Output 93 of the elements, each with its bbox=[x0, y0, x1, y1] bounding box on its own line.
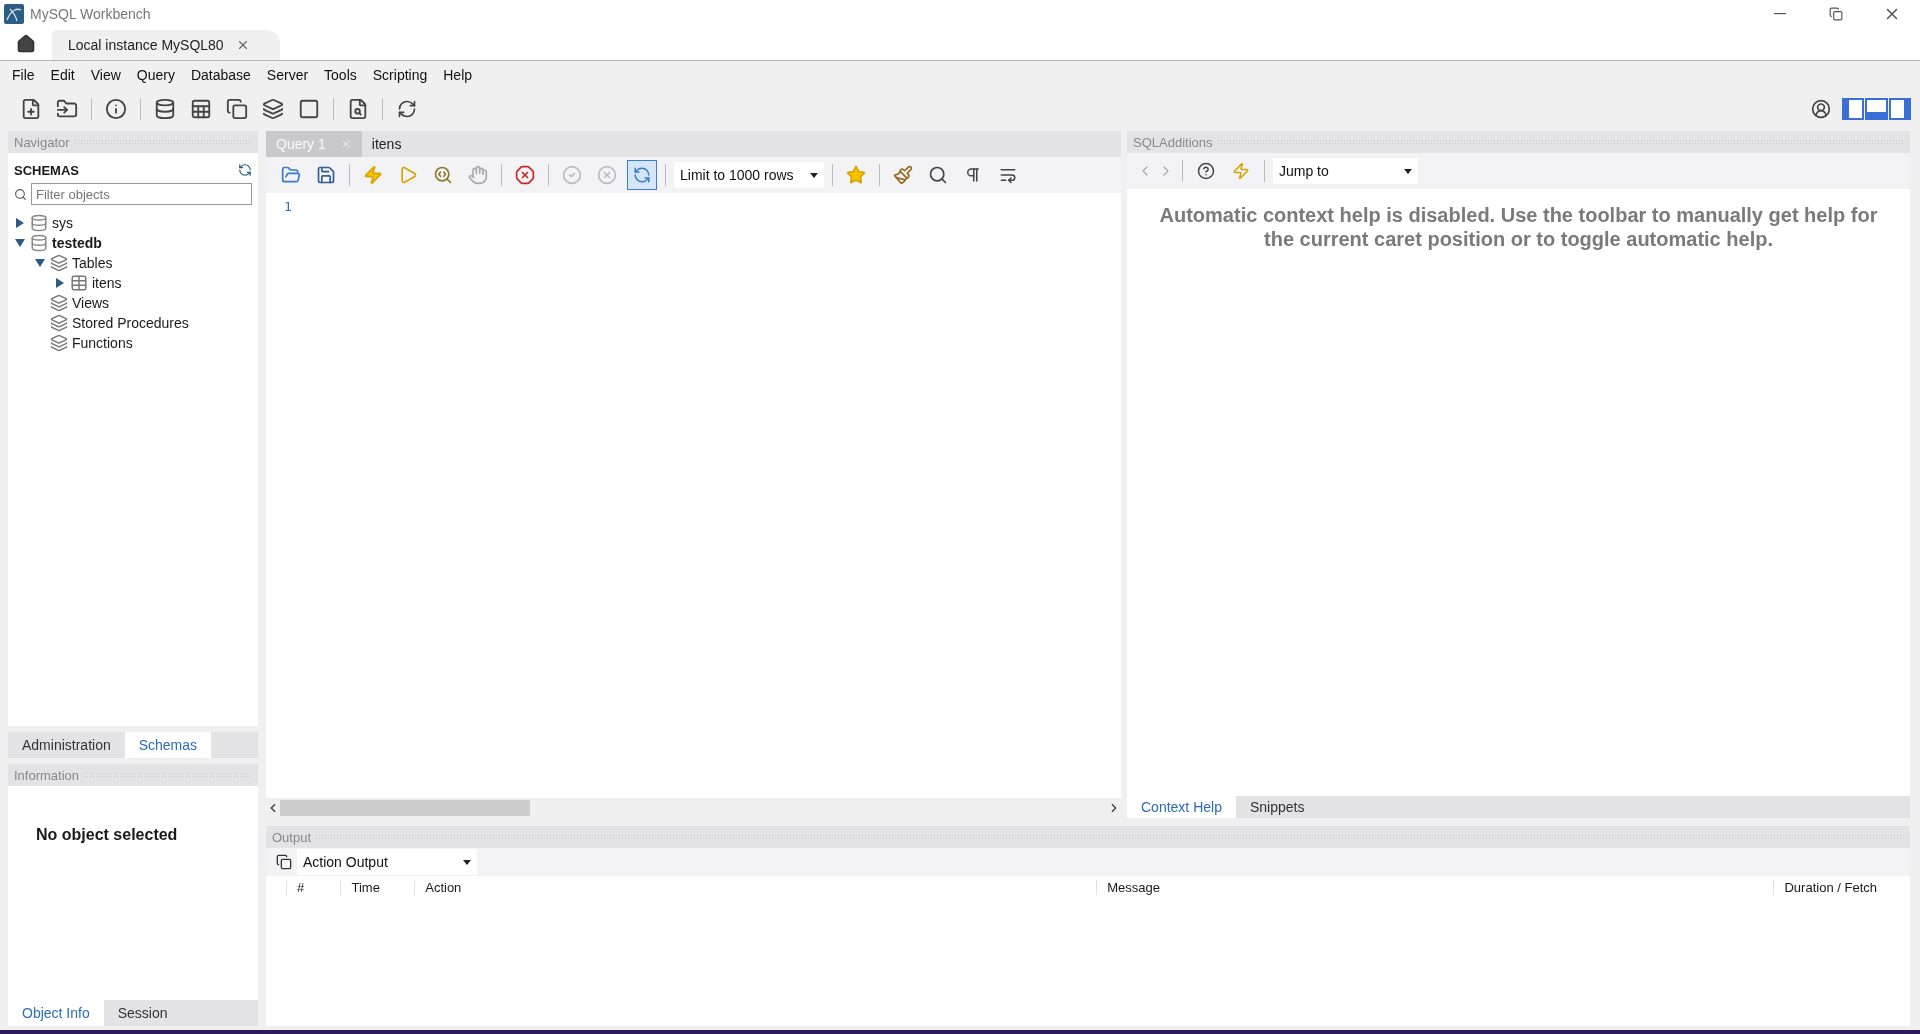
limit-dropdown[interactable]: Limit to 1000 rows bbox=[674, 162, 824, 188]
column-header[interactable]: Duration / Fetch bbox=[1773, 879, 1910, 895]
brush-icon bbox=[893, 165, 913, 185]
tree-item[interactable]: Stored Procedures bbox=[72, 315, 189, 331]
menu-item[interactable]: Edit bbox=[42, 65, 83, 85]
layers-icon bbox=[262, 98, 284, 120]
app-logo-icon bbox=[4, 4, 24, 24]
panel-title: SQLAdditions bbox=[1133, 134, 1213, 150]
search-icon bbox=[14, 187, 27, 201]
home-icon bbox=[16, 34, 36, 54]
panel-tab[interactable]: Object Info bbox=[8, 1000, 104, 1026]
panel-title: Information bbox=[14, 767, 80, 783]
jump-to-dropdown[interactable]: Jump to bbox=[1273, 158, 1418, 184]
user-circle-icon bbox=[1811, 99, 1831, 119]
panel-tab[interactable]: Administration bbox=[8, 732, 125, 758]
file-search-icon bbox=[347, 98, 369, 120]
table-icon bbox=[190, 98, 212, 120]
search-icon bbox=[928, 165, 948, 185]
hand-icon bbox=[468, 165, 488, 185]
tree-item[interactable]: Functions bbox=[72, 335, 133, 351]
file-plus-icon bbox=[20, 98, 42, 120]
database-icon bbox=[30, 214, 48, 232]
expand-arrow[interactable] bbox=[14, 237, 26, 249]
panel-tab[interactable]: Session bbox=[103, 1000, 182, 1026]
editor-tab[interactable]: itens bbox=[361, 131, 412, 157]
layout-toggle-icon[interactable] bbox=[1842, 98, 1912, 120]
tree-item[interactable]: testedb bbox=[52, 235, 102, 251]
caret-icon bbox=[463, 859, 471, 865]
copy-icon[interactable] bbox=[276, 854, 292, 870]
folder-arrow-icon bbox=[56, 98, 78, 120]
column-header[interactable]: # bbox=[286, 879, 341, 895]
panel-tab[interactable]: Snippets bbox=[1235, 796, 1319, 818]
menu-item[interactable]: Server bbox=[258, 65, 317, 85]
panel-tab[interactable]: Context Help bbox=[1127, 796, 1236, 818]
expand-arrow[interactable] bbox=[14, 217, 26, 229]
folder-icon bbox=[281, 165, 301, 185]
folder-stack-icon bbox=[50, 334, 68, 352]
caret-icon bbox=[1404, 168, 1412, 174]
panel-tab[interactable]: Schemas bbox=[124, 732, 212, 758]
expand-arrow[interactable] bbox=[54, 277, 66, 289]
tree-item[interactable]: Views bbox=[72, 295, 110, 311]
x-circle-icon bbox=[597, 165, 617, 185]
menu-item[interactable]: Database bbox=[182, 65, 259, 85]
scrollbar-thumb[interactable] bbox=[280, 800, 530, 816]
menu-item[interactable]: Help bbox=[435, 65, 481, 85]
folder-stack-icon bbox=[50, 314, 68, 332]
copy-icon bbox=[226, 98, 248, 120]
menu-item[interactable]: Tools bbox=[316, 65, 365, 85]
autocommit-button[interactable] bbox=[627, 160, 657, 190]
panel-title: Navigator bbox=[14, 134, 70, 150]
refresh-icon bbox=[397, 99, 417, 119]
database-icon bbox=[30, 234, 48, 252]
x-octagon-icon bbox=[515, 165, 535, 185]
tree-item[interactable]: sys bbox=[52, 215, 73, 231]
caret-icon bbox=[810, 172, 818, 178]
panel-title: Output bbox=[272, 829, 312, 845]
table-icon bbox=[70, 274, 88, 292]
refresh-icon bbox=[633, 166, 651, 184]
window-title: MySQL Workbench bbox=[30, 6, 152, 22]
menu-item[interactable]: Scripting bbox=[364, 65, 436, 85]
lightning-icon bbox=[363, 165, 383, 185]
help-text: Automatic context help is disabled. Use the toolbar to manually get help for the current caret position or to toggle automatic help. bbox=[1158, 203, 1879, 252]
database-icon bbox=[154, 98, 176, 120]
play-icon bbox=[398, 165, 418, 185]
menu-item[interactable]: View bbox=[82, 65, 129, 85]
line-number: 1 bbox=[283, 199, 293, 214]
folder-stack-icon bbox=[50, 294, 68, 312]
expand-arrow[interactable] bbox=[34, 257, 46, 269]
refresh-icon[interactable] bbox=[238, 163, 252, 177]
lightning-icon bbox=[1232, 162, 1250, 180]
tree-item[interactable]: Tables bbox=[72, 255, 113, 271]
menu-item[interactable]: File bbox=[4, 65, 43, 85]
magnifier-icon bbox=[433, 165, 453, 185]
menu-item[interactable]: Query bbox=[128, 65, 183, 85]
info-message: No object selected bbox=[35, 825, 179, 844]
pilcrow-icon bbox=[964, 166, 982, 184]
check-circle-icon bbox=[562, 165, 582, 185]
filter-field[interactable]: Filter objects bbox=[31, 183, 252, 205]
column-header[interactable]: Time bbox=[340, 879, 415, 895]
column-header[interactable]: Action bbox=[414, 879, 1097, 895]
info-icon bbox=[105, 98, 127, 120]
star-icon bbox=[846, 165, 866, 185]
minimize-icon bbox=[1774, 13, 1786, 15]
tree-item[interactable]: itens bbox=[92, 275, 122, 291]
help-icon bbox=[1197, 162, 1215, 180]
folder-stack-icon bbox=[50, 254, 68, 272]
connection-tab[interactable]: Local instance MySQL80 bbox=[52, 30, 280, 60]
restore-icon bbox=[1829, 7, 1843, 21]
section-title: SCHEMAS bbox=[14, 162, 79, 178]
wrap-icon bbox=[999, 166, 1017, 184]
output-type-dropdown[interactable]: Action Output bbox=[297, 849, 477, 875]
square-icon bbox=[298, 98, 320, 120]
column-header[interactable]: Message bbox=[1096, 879, 1774, 895]
